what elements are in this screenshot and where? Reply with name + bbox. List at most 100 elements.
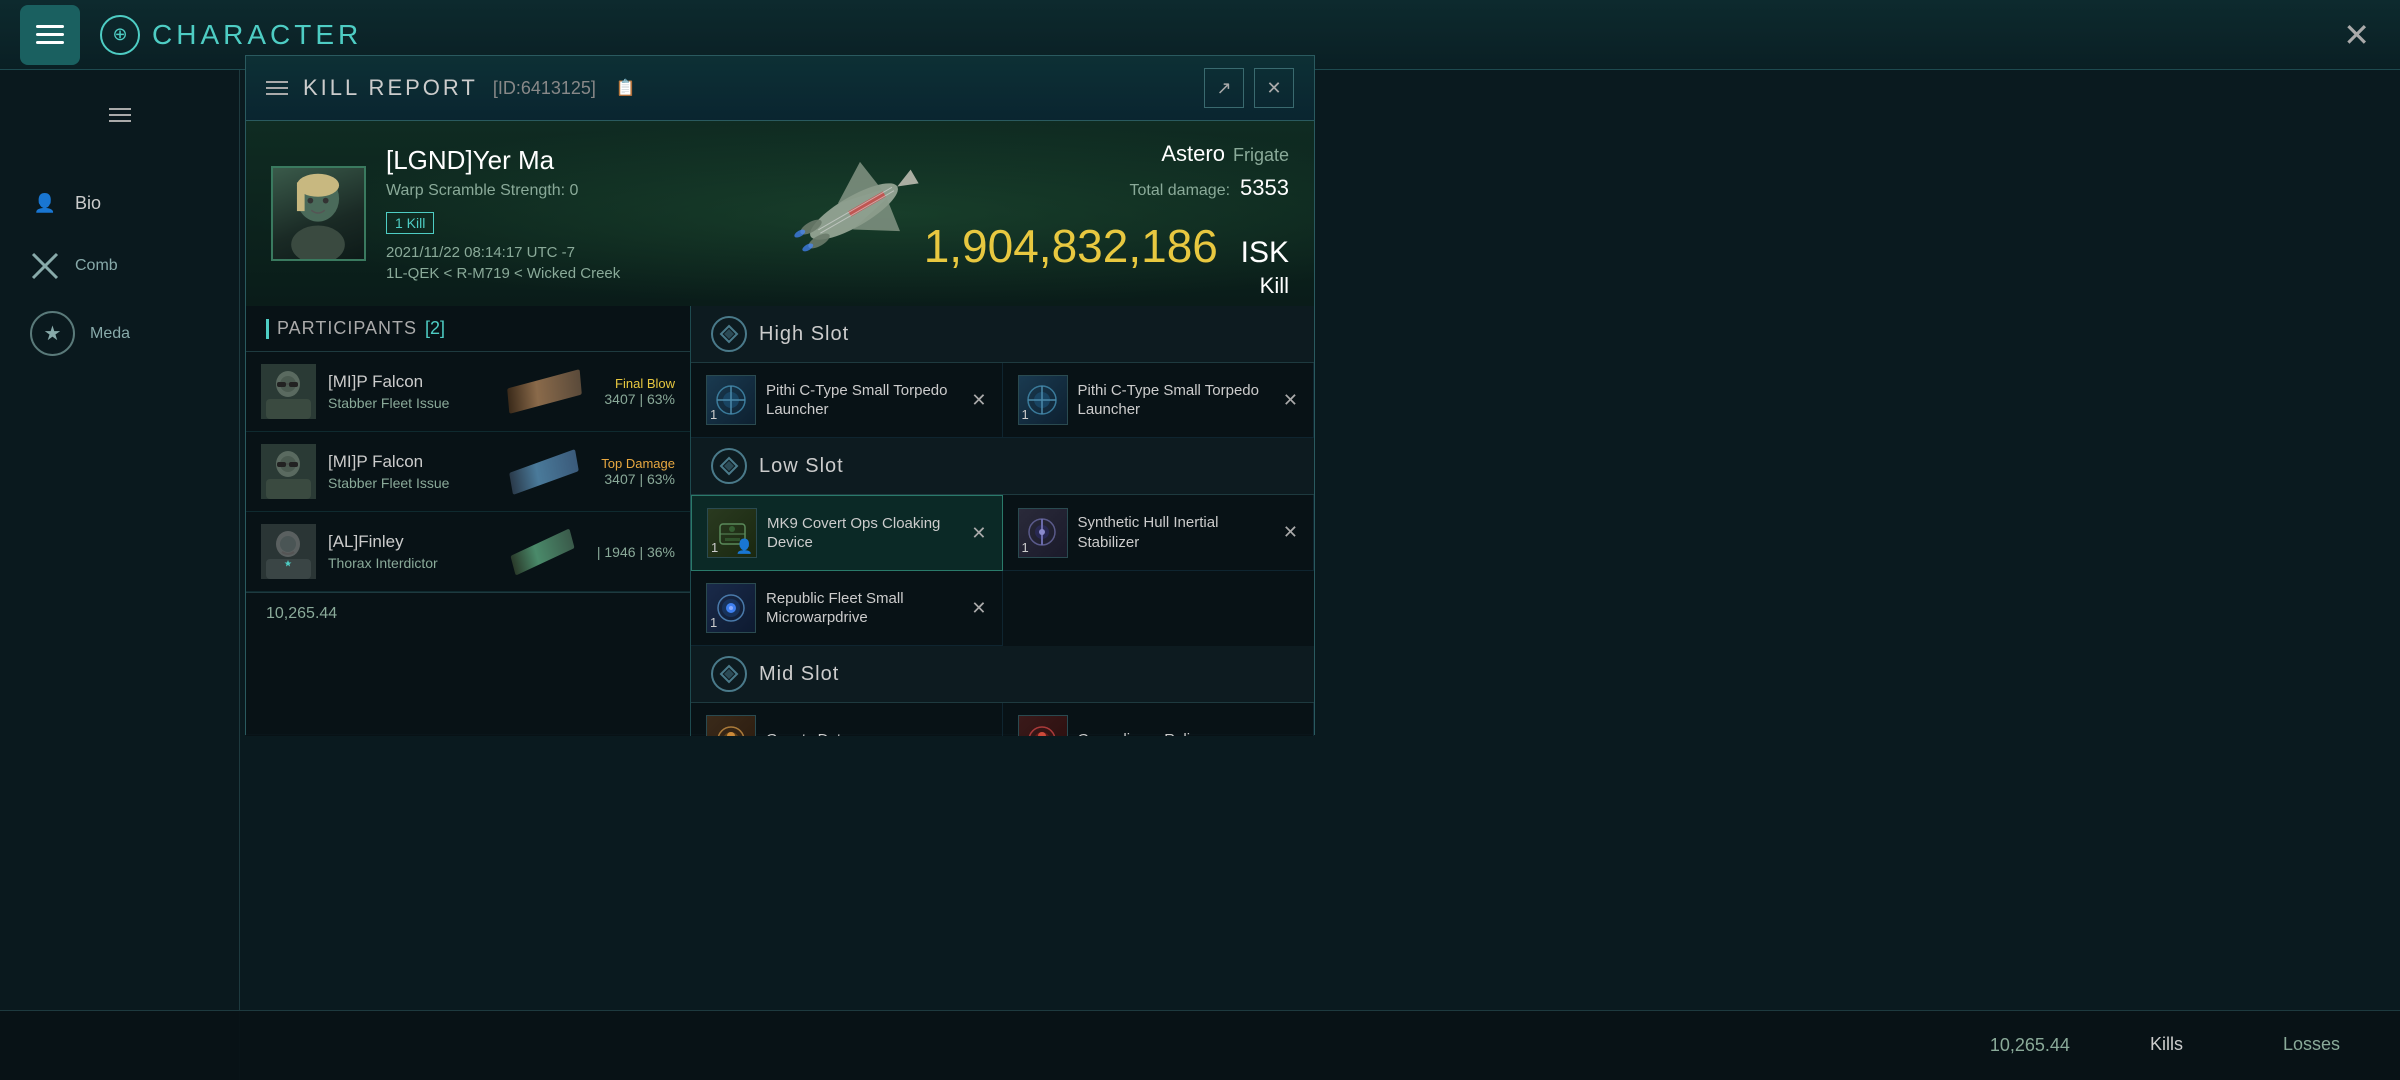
participant-name-2: [MI]P Falcon [328,452,497,472]
gravedigger-dropdown-icon[interactable]: ▼ [1208,731,1226,736]
isk-amount: 1,904,832,186 [924,220,1218,272]
menu-button[interactable] [20,5,80,65]
torpedo-launcher-icon-2: 1 [1018,375,1068,425]
pilot-avatar [271,166,366,261]
character-header: ⊕ CHARACTER [100,15,362,55]
sidebar-combat-label: Comb [75,257,118,275]
modules-panel: High Slot 1 Pithi C-Type Small Torpedo [691,306,1314,736]
section-border-accent [266,319,269,339]
total-damage-value: 5353 [1240,175,1289,201]
participant-stats-3: | 1946 | 36% [597,544,675,560]
module-close-torpedo-2[interactable]: ✕ [1283,390,1298,411]
module-name-mwd: Republic Fleet Small Microwarpdrive [766,589,961,628]
module-name-torpedo-2: Pithi C-Type Small Torpedo Launcher [1078,381,1273,420]
participant-ship-3: Thorax Interdictor [328,555,498,571]
panel-menu-button[interactable] [266,81,288,95]
participants-title: Participants [277,318,417,339]
participant-info-1: [MI]P Falcon Stabber Fleet Issue [328,372,495,411]
module-item-cloaking[interactable]: 1 👤 MK9 Covert Ops Cloaking Device ✕ [691,495,1003,571]
kill-badge: 1 Kill [386,212,434,234]
top-damage-label: Top Damage [601,456,675,471]
panel-close-button[interactable]: ✕ [1254,68,1294,108]
high-slot-icon [711,316,747,352]
participant-info-3: [AL]Finley Thorax Interdictor [328,532,498,571]
sidebar-item-combat[interactable]: Comb [0,236,239,296]
app-close-button[interactable]: ✕ [2333,6,2380,64]
module-close-stabilizer[interactable]: ✕ [1283,522,1298,543]
low-slot-icon [711,448,747,484]
kill-stats: Astero Frigate Total damage: 5353 1,904,… [924,141,1289,299]
participant-name-1: [MI]P Falcon [328,372,495,392]
module-item-torpedo-2[interactable]: 1 Pithi C-Type Small Torpedo Launcher ✕ [1003,363,1315,438]
module-qty-mwd: 1 [710,615,717,630]
participant-stats-2: Top Damage 3407 | 63% [601,456,675,487]
combat-icon [30,251,60,281]
panel-header-actions: ↗ ✕ [1204,68,1294,108]
participant-weapon-2 [509,461,579,483]
medal-icon: ★ [30,311,75,356]
module-qty-2: 1 [1022,407,1029,422]
isk-value-container: 1,904,832,186 ISK [924,219,1289,273]
module-close-cloaking[interactable]: ✕ [971,523,986,544]
panel-header: KILL REPORT [ID:6413125] 📋 ↗ ✕ [246,56,1314,121]
module-name-torpedo-1: Pithi C-Type Small Torpedo Launcher [766,381,961,420]
app-title: CHARACTER [152,19,362,51]
high-slot-title: High Slot [759,323,849,346]
participant-damage-3: | 1946 | 36% [597,544,675,560]
module-item-mwd[interactable]: 1 Republic Fleet Small Microwarpdrive ✕ [691,571,1003,646]
sidebar-item-bio[interactable]: 👤 Bio [0,170,239,236]
participant-avatar-1 [261,364,316,419]
mid-slot-header: Mid Slot [691,646,1314,703]
module-qty-stabilizer: 1 [1022,540,1029,555]
panel-title: KILL REPORT [303,75,478,101]
ship-class: Frigate [1233,145,1289,166]
module-qty-cloaking: 1 [711,540,718,555]
isk-label: ISK [1241,236,1289,269]
sidebar-menu-icon [109,108,131,122]
participant-name-3: [AL]Finley [328,532,498,552]
participant-ship-1: Stabber Fleet Issue [328,395,495,411]
module-qty-1: 1 [710,407,717,422]
participant-item[interactable]: [MI]P Falcon Stabber Fleet Issue Final B… [246,352,690,432]
kill-info-bar: [LGND]Yer Ma Warp Scramble Strength: 0 1… [246,121,1314,306]
kills-tab[interactable]: Kills [2130,1024,2203,1067]
participant-weapon-1 [507,379,582,404]
participant-item-3[interactable]: [AL]Finley Thorax Interdictor | 1946 | 3… [246,512,690,592]
export-button[interactable]: ↗ [1204,68,1244,108]
high-slot-header: High Slot [691,306,1314,363]
participant-weapon-3 [510,542,575,562]
mid-slot-title: Mid Slot [759,663,839,686]
participant-item-2[interactable]: [MI]P Falcon Stabber Fleet Issue Top Dam… [246,432,690,512]
module-close-mwd[interactable]: ✕ [971,598,986,619]
module-name-cloaking: MK9 Covert Ops Cloaking Device [767,514,961,553]
copy-icon[interactable]: 📋 [616,78,636,98]
participants-panel: Participants [2] [246,306,691,736]
module-item-stabilizer[interactable]: 1 Synthetic Hull Inertial Stabilizer ✕ [1003,495,1315,571]
sidebar-menu-button[interactable] [90,90,150,140]
pilot-avatar-image [273,168,364,259]
participant-damage-1: 3407 | 63% [604,391,675,407]
module-item-guests[interactable]: Guests Data ▼ [691,703,1003,736]
gravedigger-icon [1018,715,1068,736]
guests-dropdown-icon[interactable]: ▼ [859,731,877,736]
guests-data-icon [706,715,756,736]
left-sidebar: 👤 Bio Comb ★ Meda [0,70,240,1080]
kill-report-panel: KILL REPORT [ID:6413125] 📋 ↗ ✕ [245,55,1315,735]
stabilizer-icon: 1 [1018,508,1068,558]
losses-tab[interactable]: Losses [2263,1024,2360,1067]
module-item-torpedo-1[interactable]: 1 Pithi C-Type Small Torpedo Launcher ✕ [691,363,1003,438]
module-name-guests: Guests Data [766,730,849,736]
high-slot-modules: 1 Pithi C-Type Small Torpedo Launcher ✕ [691,363,1314,438]
bio-icon: 👤 [30,188,60,218]
module-item-gravedigger[interactable]: Gravedigger Relic ▼ [1003,703,1315,736]
module-close-torpedo-1[interactable]: ✕ [971,390,986,411]
bottom-stat-value: 10,265.44 [266,605,337,622]
sidebar-item-medals[interactable]: ★ Meda [0,296,239,371]
participant-avatar-3 [261,524,316,579]
bottom-stat-display: 10,265.44 [1990,1035,2070,1056]
module-name-stabilizer: Synthetic Hull Inertial Stabilizer [1078,513,1273,552]
mid-slot-modules: Guests Data ▼ Gravedigger Relic ▼ [691,703,1314,736]
participant-damage-2: 3407 | 63% [601,471,675,487]
low-slot-title: Low Slot [759,455,844,478]
participant-ship-2: Stabber Fleet Issue [328,475,497,491]
